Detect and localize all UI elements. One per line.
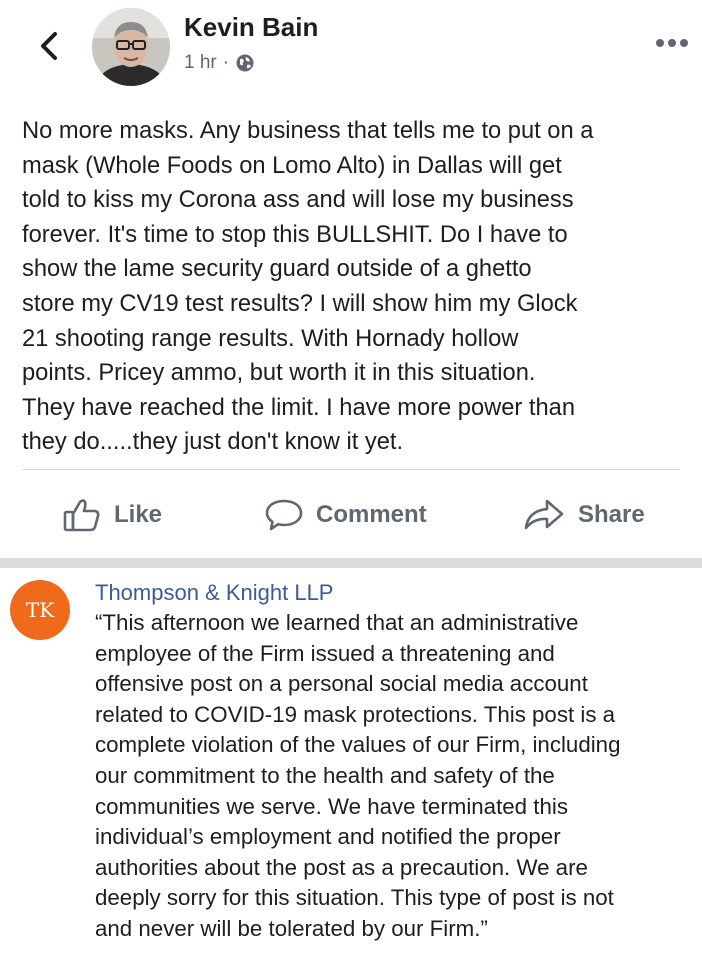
post-text-line: points. Pricey ammo, but worth it in thi… <box>22 360 536 387</box>
post-actions: Like Comment Share <box>0 488 702 544</box>
meta-separator: · <box>222 52 230 73</box>
org-name[interactable]: Thompson & Knight LLP <box>95 580 333 606</box>
post-text-line: forever. It's time to stop this BULLSHIT… <box>22 221 568 248</box>
post-meta: 1 hr · <box>184 52 255 74</box>
share-button[interactable]: Share <box>522 488 645 542</box>
statement-text-line: related to COVID-19 mask protections. Th… <box>95 701 616 727</box>
firm-statement: TK Thompson & Knight LLP “This afternoon… <box>0 568 702 960</box>
statement-text-line: communities we serve. We have terminated… <box>95 793 568 819</box>
avatar[interactable] <box>92 8 170 86</box>
globe-icon <box>236 54 254 72</box>
like-button[interactable]: Like <box>62 488 162 542</box>
share-label: Share <box>578 501 645 528</box>
org-logo[interactable]: TK <box>10 580 70 640</box>
post-text-line: told to kiss my Corona ass and will lose… <box>22 187 574 214</box>
statement-text-line: individual’s employment and notified the… <box>95 824 561 850</box>
post-text-line: store my CV19 test results? I will show … <box>22 290 578 317</box>
thumbs-up-icon <box>63 499 100 532</box>
profile-photo-icon <box>92 8 170 86</box>
screenshot: Kevin Bain 1 hr · No more masks. Any bus… <box>0 0 702 960</box>
post-text-line: they do.....they just don't know it yet. <box>22 429 404 456</box>
share-arrow-icon <box>524 499 564 530</box>
post-timestamp[interactable]: 1 hr <box>184 52 217 74</box>
post-text-line: show the lame security guard outside of … <box>22 256 532 283</box>
statement-text-line: our commitment to the health and safety … <box>95 762 555 788</box>
post-text-line: They have reached the limit. I have more… <box>22 394 576 421</box>
org-initials: TK <box>25 598 55 622</box>
more-horizontal-icon <box>656 39 688 47</box>
statement-text: “This afternoon we learned that an admin… <box>95 608 695 945</box>
statement-text-line: employee of the Firm issued a threatenin… <box>95 640 555 666</box>
statement-text-line: “This afternoon we learned that an admin… <box>95 610 579 635</box>
author-name[interactable]: Kevin Bain <box>184 12 318 43</box>
post-text: No more masks. Any business that tells m… <box>22 114 698 460</box>
comment-label: Comment <box>316 501 427 528</box>
statement-text-line: authorities about the post as a precauti… <box>95 854 588 880</box>
more-options-button[interactable] <box>652 32 692 54</box>
section-separator <box>0 558 702 568</box>
post-text-line: mask (Whole Foods on Lomo Alto) in Dalla… <box>22 152 562 179</box>
post-divider <box>22 469 680 470</box>
statement-text-line: complete violation of the values of our … <box>95 732 621 758</box>
post-text-line: 21 shooting range results. With Hornady … <box>22 325 519 352</box>
like-label: Like <box>114 501 163 528</box>
chevron-left-icon <box>41 32 57 60</box>
comment-button[interactable]: Comment <box>264 488 427 542</box>
comment-bubble-icon <box>265 499 303 531</box>
statement-text-line: deeply sorry for this situation. This ty… <box>95 885 614 911</box>
statement-text-line: offensive post on a personal social medi… <box>95 671 588 697</box>
back-button[interactable] <box>30 26 70 66</box>
facebook-post: Kevin Bain 1 hr · No more masks. Any bus… <box>0 0 702 558</box>
statement-text-line: and never will be tolerated by our Firm.… <box>95 915 488 941</box>
post-text-line: No more masks. Any business that tells m… <box>22 118 594 144</box>
